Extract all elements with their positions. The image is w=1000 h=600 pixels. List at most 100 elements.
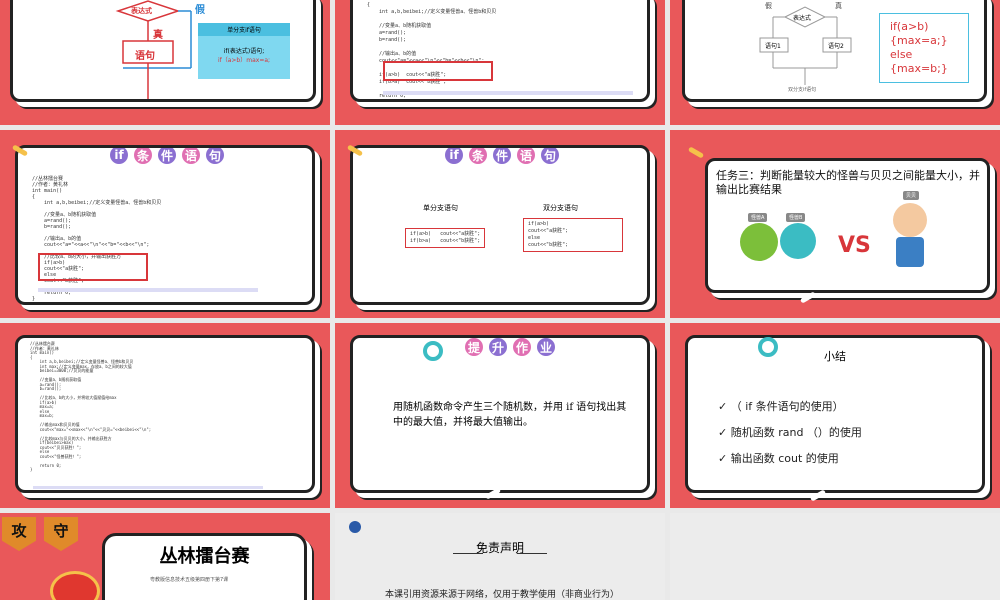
syntax-line2: if（a>b）max=a;: [217, 57, 271, 64]
summary-item: ✓ （ if 条件语句的使用）: [718, 400, 844, 413]
title-char: 件: [156, 148, 178, 166]
summary-title: 小结: [824, 350, 846, 363]
slide-4-code: //丛林擂台赛 //作者：黄礼林 int main() { int a,b,be…: [32, 176, 162, 302]
double-code-line: else: [890, 48, 913, 61]
slide-6-card: 任务三：判断能量较大的怪兽与贝贝之间能量大小，并输出比赛结果 怪兽A 怪兽B 贝…: [705, 158, 990, 293]
slide-3-card: 假 真 表达式 语句1 语句2 双分支if语句 if(a>b) {max=a;}…: [682, 0, 987, 102]
title-char: 语: [515, 148, 537, 166]
slide-10[interactable]: 攻 守 丛林擂台赛 粤教版信息技术五级第四册下第7课: [0, 513, 330, 600]
ring-icon: [758, 337, 778, 357]
double-branch-code: if(a>b) cout<<"a获胜"; else cout<<"b获胜";: [523, 218, 623, 252]
summary-item-text: 输出函数 cout 的使用: [730, 452, 839, 465]
slide-10-card: 丛林擂台赛 粤教版信息技术五级第四册下第7课: [102, 533, 307, 600]
monster-a-icon: [740, 223, 778, 261]
title-char: if: [108, 148, 130, 166]
title-char: 作: [511, 338, 533, 358]
double-branch-label: 双分支语句: [543, 204, 578, 212]
title-char: 句: [204, 148, 226, 166]
badge-defend: 守: [44, 517, 78, 551]
syntax-box-title: 单分支if语句: [198, 23, 290, 36]
title-char: 句: [539, 148, 561, 166]
school-logo-icon: [349, 521, 361, 533]
ribbon-decoration: [799, 291, 817, 304]
homework-text: 用随机函数命令产生三个随机数，并用 if 语句找出其中的最大值，并将最大值输出。: [393, 402, 627, 428]
slide-5-title: if 条 件 语 句: [443, 148, 561, 166]
slide-8-title: 提 升 作 业: [463, 338, 557, 358]
slide-1-card: 表达式 假 真 语句 单分支if语句 if(表达式)语句; if（a>b）max…: [10, 0, 316, 102]
double-code-line: if(a>b): [890, 20, 929, 33]
badge-attack: 攻: [2, 517, 36, 551]
monster-b-icon: [780, 223, 816, 259]
double-code-line: {max=a;}: [890, 34, 948, 47]
slide-8-card: 提 升 作 业 用随机函数命令产生三个随机数，并用 if 语句找出其中的最大值，…: [350, 335, 650, 493]
single-branch-code: if(a>b) cout<<"a获胜"; if(b>a) cout<<"b获胜"…: [405, 228, 486, 248]
slide-5[interactable]: if 条 件 语 句 单分支语句 双分支语句 if(a>b) cout<<"a获…: [335, 130, 665, 318]
slide-6[interactable]: 任务三：判断能量较大的怪兽与贝贝之间能量大小，并输出比赛结果 怪兽A 怪兽B 贝…: [670, 130, 1000, 318]
title-char: 升: [487, 338, 509, 358]
code-scrollbar[interactable]: [383, 91, 633, 95]
flow-true-label: 真: [153, 30, 163, 41]
code-scrollbar[interactable]: [38, 288, 258, 292]
summary-item: ✓ 随机函数 rand （）的使用: [718, 426, 862, 439]
flow-false-label: 假: [195, 5, 205, 16]
single-branch-label: 单分支语句: [423, 204, 458, 212]
title-char: 条: [467, 148, 489, 166]
slide-2-card: int main() { int a,b,beibei;//定义变量怪兽a、怪兽…: [350, 0, 650, 102]
cover-title: 丛林擂台赛: [159, 546, 250, 567]
title-char: if: [443, 148, 465, 166]
slide-9-card: 小结 ✓ （ if 条件语句的使用） ✓ 随机函数 rand （）的使用 ✓ 输…: [685, 335, 985, 493]
task-text: 任务三：判断能量较大的怪兽与贝贝之间能量大小，并输出比赛结果: [716, 169, 980, 196]
summary-item-text: （ if 条件语句的使用）: [730, 400, 844, 413]
flow3-true: 真: [835, 2, 842, 10]
disclaimer-body: 本课引用资源来源于网络，仅用于教学使用（非商业行为）: [385, 590, 620, 600]
flow3-stmt1: 语句1: [765, 43, 781, 50]
flow-stmt-label: 语句: [135, 51, 155, 62]
disclaimer-title: 免责声明: [475, 541, 524, 555]
empty-slot: [670, 513, 1000, 600]
title-char: 提: [463, 338, 485, 358]
summary-item-text: 随机函数 rand （）的使用: [730, 426, 862, 439]
slide-7-code: //丛林擂台赛 //作者：黄礼林 int main() { int a,b,be…: [30, 341, 152, 472]
double-code-line: {max=b;}: [890, 62, 948, 75]
flow3-stmt2: 语句2: [828, 43, 844, 50]
code-scrollbar[interactable]: [33, 486, 263, 489]
title-char: 件: [491, 148, 513, 166]
beibei-head-icon: [893, 203, 927, 237]
beibei-body-icon: [896, 237, 924, 267]
cover-subtitle: 粤教版信息技术五级第四册下第7课: [150, 577, 229, 583]
syntax-box: 单分支if语句 if(表达式)语句; if（a>b）max=a;: [198, 23, 290, 79]
vs-label: VS: [838, 233, 871, 258]
monster-b-tag: 怪兽B: [786, 213, 806, 222]
slide-2-code: int main() { int a,b,beibei;//定义变量怪兽a、怪兽…: [367, 0, 497, 99]
slide-7[interactable]: //丛林擂台赛 //作者：黄礼林 int main() { int a,b,be…: [0, 323, 330, 508]
flow-expr-label: 表达式: [131, 7, 152, 15]
title-char: 条: [132, 148, 154, 166]
ring-icon: [423, 341, 443, 361]
summary-item: ✓ 输出函数 cout 的使用: [718, 452, 839, 465]
code-highlight-box: [38, 253, 148, 281]
slide-9[interactable]: 小结 ✓ （ if 条件语句的使用） ✓ 随机函数 rand （）的使用 ✓ 输…: [670, 323, 1000, 508]
slide-5-card: if 条 件 语 句 单分支语句 双分支语句 if(a>b) cout<<"a获…: [350, 145, 650, 305]
slide-1[interactable]: 表达式 假 真 语句 单分支if语句 if(表达式)语句; if（a>b）max…: [0, 0, 330, 125]
lion-head-icon: [50, 571, 100, 600]
slide-3[interactable]: 假 真 表达式 语句1 语句2 双分支if语句 if(a>b) {max=a;}…: [670, 0, 1000, 125]
code-highlight-box: [383, 61, 493, 81]
title-rule-right: [517, 553, 547, 554]
flow3-expr: 表达式: [793, 15, 812, 22]
title-char: 业: [535, 338, 557, 358]
slide-4[interactable]: if 条 件 语 句 //丛林擂台赛 //作者：黄礼林 int main() {…: [0, 130, 330, 318]
title-char: 语: [180, 148, 202, 166]
monster-a-tag: 怪兽A: [748, 213, 768, 222]
summary-list: ✓ （ if 条件语句的使用） ✓ 随机函数 rand （）的使用 ✓ 输出函数…: [718, 398, 862, 476]
slide-8[interactable]: 提 升 作 业 用随机函数命令产生三个随机数，并用 if 语句找出其中的最大值，…: [335, 323, 665, 508]
flow3-false: 假: [765, 2, 772, 10]
beibei-tag: 贝贝: [903, 191, 920, 200]
flow3-footer: 双分支if语句: [788, 87, 817, 93]
ribbon-decoration: [687, 146, 705, 159]
double-code-box: if(a>b) {max=a;} else {max=b;}: [879, 13, 969, 83]
slide-11[interactable]: 免责声明 本课引用资源来源于网络，仅用于教学使用（非商业行为）: [335, 513, 665, 600]
slide-4-title: if 条 件 语 句: [108, 148, 226, 166]
slide-2[interactable]: int main() { int a,b,beibei;//定义变量怪兽a、怪兽…: [335, 0, 665, 125]
syntax-line1: if(表达式)语句;: [223, 48, 265, 55]
slide-7-card: //丛林擂台赛 //作者：黄礼林 int main() { int a,b,be…: [15, 335, 315, 493]
